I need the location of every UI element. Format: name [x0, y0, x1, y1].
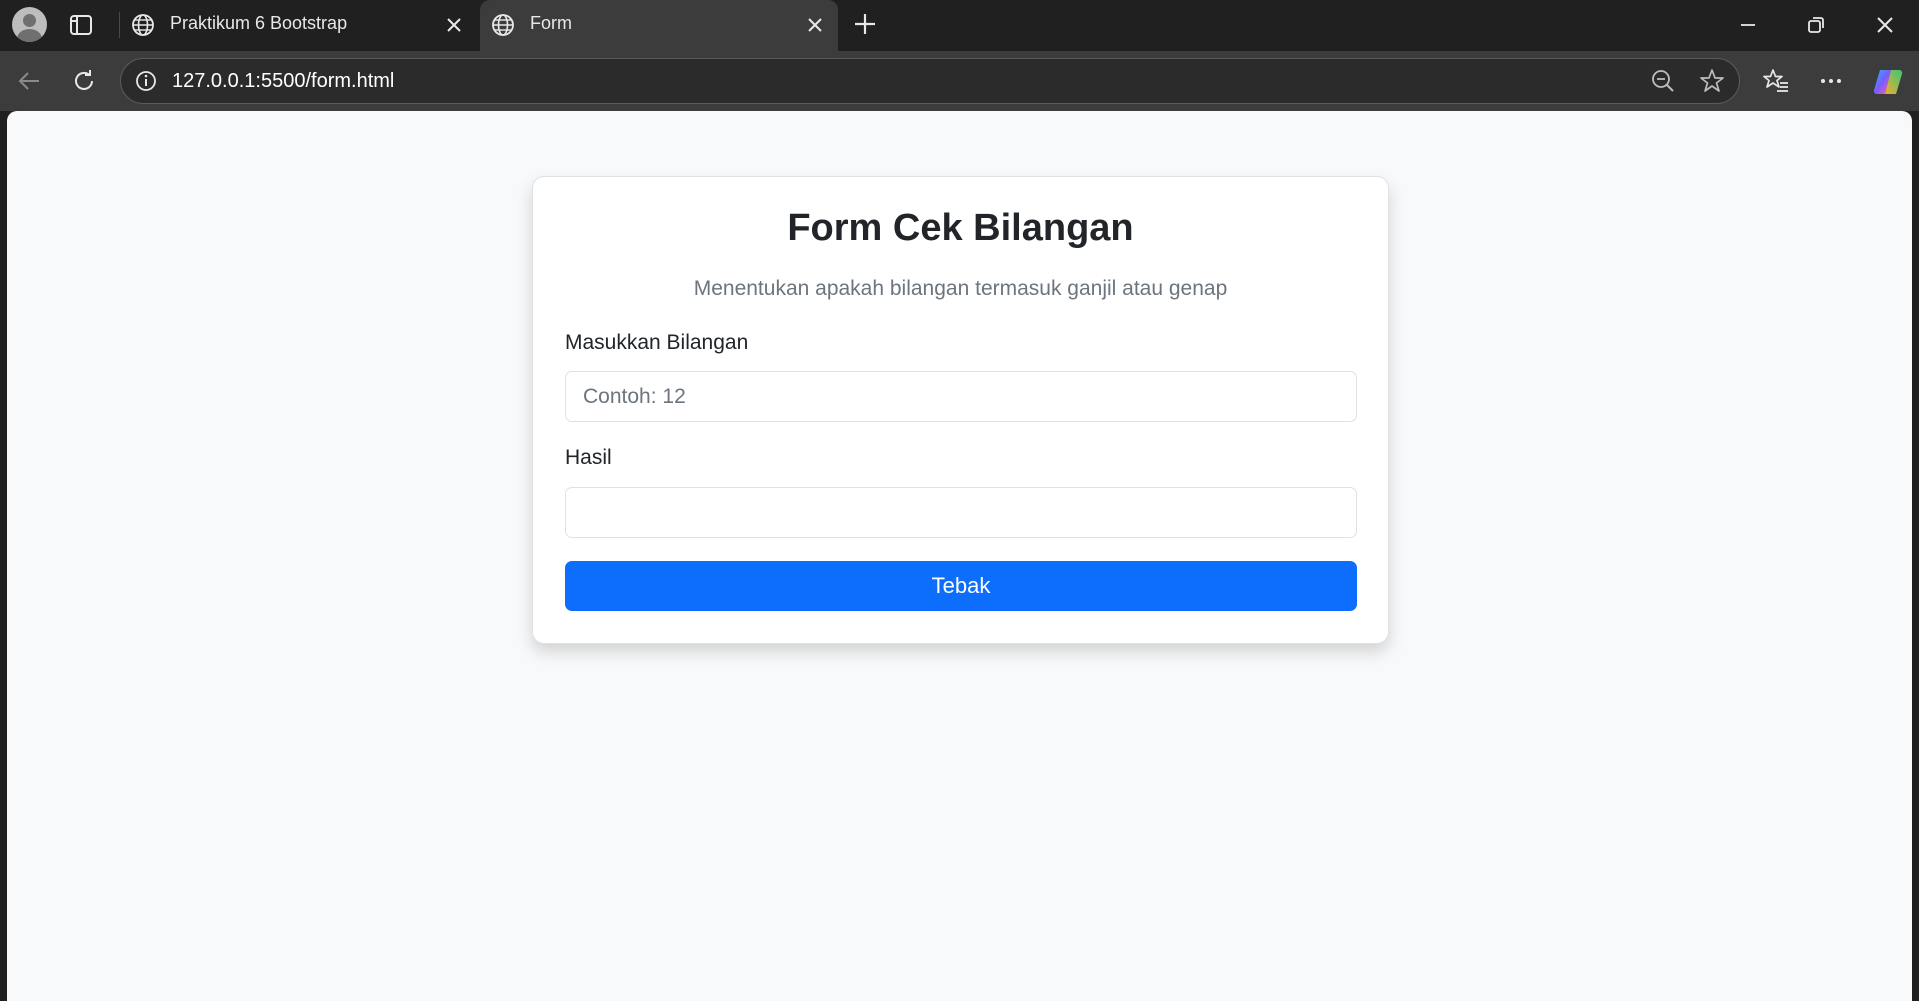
url-text[interactable]: 127.0.0.1:5500/form.html	[172, 70, 394, 93]
result-input[interactable]	[565, 487, 1357, 538]
new-tab-icon[interactable]	[851, 10, 879, 38]
zoom-out-icon[interactable]	[1649, 67, 1677, 95]
page-subtitle: Menentukan apakah bilangan termasuk ganj…	[693, 277, 1228, 300]
address-bar[interactable]: 127.0.0.1:5500/form.html	[120, 58, 1740, 104]
browser-toolbar: 127.0.0.1:5500/form.html	[0, 51, 1919, 111]
copilot-icon[interactable]	[1871, 65, 1905, 99]
close-icon[interactable]	[806, 16, 824, 34]
number-input[interactable]	[565, 371, 1357, 422]
restore-icon[interactable]	[1803, 12, 1829, 38]
tab-title: Form	[530, 13, 572, 33]
browser-tab-strip: Praktikum 6 Bootstrap Form	[0, 0, 1919, 51]
back-icon[interactable]	[15, 67, 43, 95]
favorite-star-icon[interactable]	[1698, 67, 1726, 95]
site-info-icon[interactable]	[132, 67, 160, 95]
tebak-button[interactable]: Tebak	[565, 561, 1357, 611]
close-window-icon[interactable]	[1872, 12, 1898, 38]
form-card: Form Cek Bilangan Menentukan apakah bila…	[532, 176, 1389, 644]
minimize-icon[interactable]	[1735, 12, 1761, 38]
page-viewport: Form Cek Bilangan Menentukan apakah bila…	[7, 111, 1912, 1001]
more-icon[interactable]	[1817, 67, 1845, 95]
globe-icon	[130, 12, 156, 38]
tab-form[interactable]: Form	[480, 0, 838, 51]
tab-title: Praktikum 6 Bootstrap	[170, 13, 348, 33]
close-icon[interactable]	[445, 16, 463, 34]
favorites-icon[interactable]	[1762, 67, 1790, 95]
number-field-label: Masukkan Bilangan	[565, 331, 749, 354]
reload-icon[interactable]	[70, 67, 98, 95]
globe-icon	[490, 12, 516, 38]
profile-icon[interactable]	[12, 7, 47, 42]
page-title: Form Cek Bilangan	[787, 207, 1134, 249]
tab-actions-icon[interactable]	[68, 12, 94, 38]
result-field-label: Hasil	[565, 446, 612, 469]
tab-praktikum[interactable]: Praktikum 6 Bootstrap	[120, 0, 477, 51]
